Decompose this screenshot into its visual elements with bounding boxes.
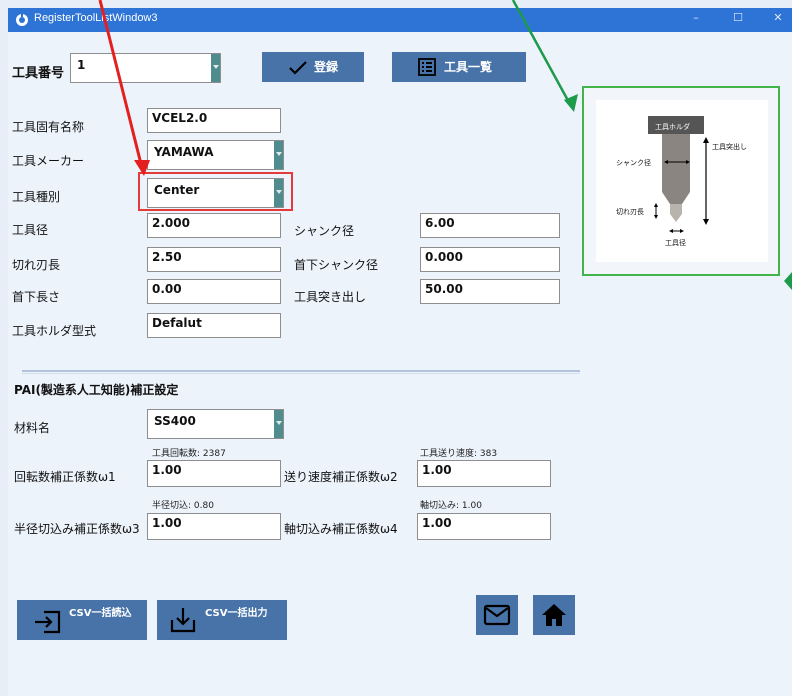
- w3-label: 半径切込み補正係数ω3: [14, 522, 140, 536]
- tool-list-button[interactable]: 工具一覧: [392, 52, 526, 82]
- maker-label: 工具メーカー: [12, 154, 85, 168]
- material-value: SS400: [154, 414, 196, 428]
- unique-name-input[interactable]: VCEL2.0: [147, 108, 281, 133]
- csv-export-button[interactable]: CSV一括出力: [157, 600, 287, 640]
- app-icon: [16, 13, 28, 26]
- maker-value: YAMAWA: [154, 145, 214, 159]
- title-bar[interactable]: RegisterToolListWindow3 – ☐ ✕: [8, 8, 792, 32]
- tool-no-value: 1: [77, 58, 86, 72]
- chevron-down-icon: [274, 410, 283, 438]
- register-label: 登録: [314, 60, 339, 74]
- neck-shank-label: 首下シャンク径: [294, 258, 379, 272]
- holder-type-label: 工具ホルダ型式: [12, 324, 97, 338]
- cutting-length-input[interactable]: 2.50: [147, 247, 281, 272]
- w1-label: 回転数補正係数ω1: [14, 470, 116, 484]
- diagram-holder-label: 工具ホルダ: [655, 123, 690, 131]
- tool-no-label: 工具番号: [12, 66, 65, 81]
- tool-no-combo[interactable]: 1: [70, 53, 221, 83]
- tool-list-label: 工具一覧: [444, 60, 493, 74]
- unique-name-label: 工具固有名称: [12, 120, 85, 134]
- diagram-cutting-label: 切れ刃長: [616, 208, 644, 216]
- chevron-down-icon: [211, 54, 220, 82]
- section-divider-shadow: [22, 373, 580, 374]
- w2-label: 送り速度補正係数ω2: [284, 470, 398, 484]
- csv-import-label: CSV一括読込: [69, 608, 132, 619]
- home-button[interactable]: [533, 595, 575, 635]
- spindle-info: 工具回転数: 2387: [152, 449, 226, 459]
- maximize-button[interactable]: ☐: [728, 11, 748, 24]
- close-button[interactable]: ✕: [768, 11, 788, 24]
- chevron-down-icon: [274, 141, 283, 169]
- neck-length-label: 首下長さ: [12, 290, 61, 304]
- holder-type-input[interactable]: Defalut: [147, 313, 281, 338]
- tool-diagram-frame: 工具ホルダ 工具突出し シャンク径 切れ刃長 工具径: [582, 86, 780, 276]
- diagram-protrusion-label: 工具突出し: [712, 143, 747, 151]
- material-combo[interactable]: SS400: [147, 409, 284, 439]
- feed-info: 工具送り速度: 383: [420, 449, 498, 459]
- w2-input[interactable]: 1.00: [417, 460, 551, 487]
- minimize-button[interactable]: –: [686, 11, 706, 24]
- diameter-label: 工具径: [12, 223, 49, 237]
- neck-shank-input[interactable]: 0.000: [420, 247, 560, 272]
- csv-export-label: CSV一括出力: [205, 608, 268, 619]
- register-button[interactable]: 登録: [262, 52, 364, 82]
- window-title: RegisterToolListWindow3: [34, 12, 158, 24]
- radial-info: 半径切込: 0.80: [152, 501, 214, 511]
- highlight-box: [138, 172, 293, 211]
- material-label: 材料名: [14, 421, 51, 435]
- cutting-length-label: 切れ刃長: [12, 258, 61, 272]
- diagram-diameter-label: 工具径: [665, 239, 686, 247]
- protrusion-label: 工具突き出し: [294, 290, 367, 304]
- csv-import-button[interactable]: CSV一括読込: [17, 600, 147, 640]
- list-icon: [418, 58, 436, 76]
- w4-input[interactable]: 1.00: [417, 513, 551, 540]
- diagram-shank-label: シャンク径: [616, 159, 651, 167]
- section-divider: [22, 370, 580, 372]
- home-icon: [542, 604, 566, 626]
- shank-diameter-input[interactable]: 6.00: [420, 213, 560, 238]
- tool-diagram: 工具ホルダ 工具突出し シャンク径 切れ刃長 工具径: [596, 100, 768, 262]
- mail-button[interactable]: [476, 595, 518, 635]
- diameter-input[interactable]: 2.000: [147, 213, 281, 238]
- shank-diameter-label: シャンク径: [294, 224, 355, 238]
- axial-info: 軸切込み: 1.00: [420, 501, 482, 511]
- neck-length-input[interactable]: 0.00: [147, 279, 281, 304]
- main-window: RegisterToolListWindow3 – ☐ ✕ 工具番号 1 登録 …: [8, 8, 792, 696]
- w3-input[interactable]: 1.00: [147, 513, 281, 540]
- check-icon: [289, 61, 307, 75]
- mail-icon: [483, 604, 511, 626]
- w4-label: 軸切込み補正係数ω4: [284, 522, 398, 536]
- tool-type-label: 工具種別: [12, 190, 61, 204]
- import-icon: [35, 610, 61, 634]
- protrusion-input[interactable]: 50.00: [420, 279, 560, 304]
- pai-section-title: PAI(製造系人工知能)補正設定: [14, 383, 179, 397]
- maker-combo[interactable]: YAMAWA: [147, 140, 284, 170]
- download-icon: [170, 608, 196, 633]
- w1-input[interactable]: 1.00: [147, 460, 281, 487]
